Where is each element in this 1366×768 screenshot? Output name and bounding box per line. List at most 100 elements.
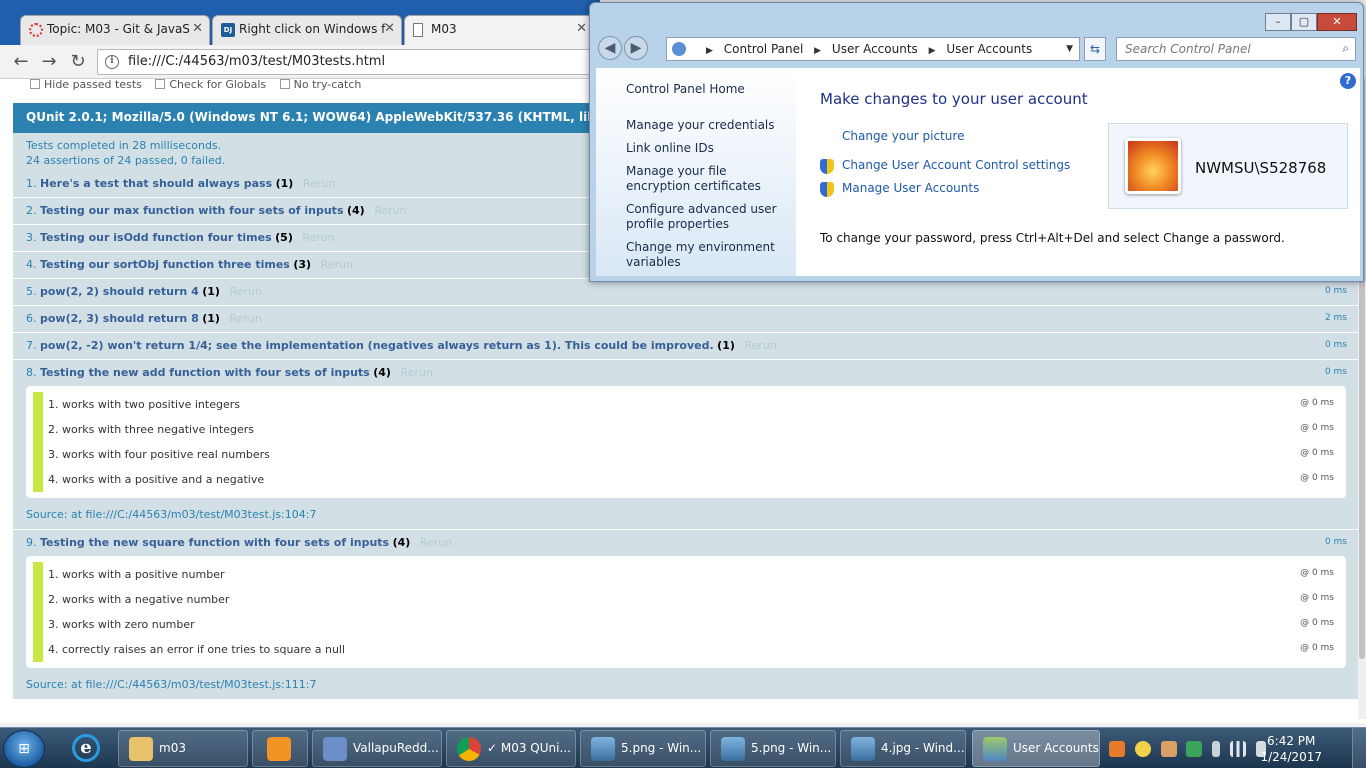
- manage-credentials-link[interactable]: Manage your credentials: [626, 118, 786, 133]
- search-icon[interactable]: ⌕: [1342, 41, 1349, 56]
- browser-tab-2[interactable]: DJ Right click on Windows f ✕: [212, 15, 402, 45]
- assertion-text: 2. works with a negative number: [48, 593, 230, 606]
- change-uac-link[interactable]: Change User Account Control settings: [842, 158, 1070, 172]
- assertion-text: 1. works with two positive integers: [48, 398, 240, 411]
- breadcrumb-item[interactable]: Control Panel: [724, 42, 804, 56]
- taskbar-item-m03[interactable]: m03: [118, 730, 248, 767]
- address-url[interactable]: file:///C:/44563/m03/test/M03tests.html: [128, 54, 385, 69]
- chevron-down-icon[interactable]: ▼: [1066, 38, 1073, 60]
- photo-viewer-icon: [721, 737, 745, 761]
- test-item-expanded[interactable]: 8. Testing the new add function with fou…: [13, 360, 1359, 530]
- assertion-text: 3. works with four positive real numbers: [48, 448, 270, 461]
- test-name[interactable]: Testing the new square function with fou…: [40, 536, 389, 549]
- cp-search-input[interactable]: Search Control Panel ⌕: [1116, 37, 1356, 61]
- assertion-text: 2. works with three negative integers: [48, 423, 254, 436]
- test-name[interactable]: pow(2, -2) won't return 1/4; see the imp…: [40, 339, 714, 352]
- hide-passed-checkbox[interactable]: Hide passed tests: [30, 79, 142, 91]
- control-panel-icon: [672, 42, 686, 56]
- taskbar-item-chrome[interactable]: ✓ M03 QUni...: [446, 730, 576, 767]
- reload-icon[interactable]: ↻: [67, 51, 89, 73]
- taskbar-item-photo-3[interactable]: 4.jpg - Wind...: [840, 730, 966, 767]
- assertion-runtime: @ 0 ms: [1300, 643, 1334, 653]
- app-tray-icon[interactable]: [1160, 741, 1177, 757]
- user-avatar[interactable]: [1125, 138, 1181, 194]
- test-name[interactable]: Here's a test that should always pass: [40, 177, 272, 190]
- browser-tab-3[interactable]: M03 ✕: [404, 15, 594, 45]
- assertion-item: 2. works with a negative number @ 0 ms: [33, 587, 1334, 612]
- test-name[interactable]: pow(2, 2) should return 4: [40, 285, 199, 298]
- test-item-expanded[interactable]: 9. Testing the new square function with …: [13, 530, 1359, 700]
- link-online-ids-link[interactable]: Link online IDs: [626, 141, 786, 156]
- taskbar-item-media[interactable]: [252, 730, 308, 767]
- close-tab-icon[interactable]: ✕: [192, 21, 203, 36]
- control-panel-home-link[interactable]: Control Panel Home: [626, 82, 786, 97]
- rerun-link[interactable]: Rerun: [400, 366, 432, 379]
- manage-user-accounts-link[interactable]: Manage User Accounts: [842, 181, 979, 195]
- test-name[interactable]: pow(2, 3) should return 8: [40, 312, 199, 325]
- page-info-icon[interactable]: i: [105, 55, 119, 69]
- rerun-link[interactable]: Rerun: [321, 258, 353, 271]
- test-index: 1.: [26, 177, 37, 190]
- forward-icon[interactable]: →: [38, 51, 60, 73]
- start-button[interactable]: ⊞: [3, 730, 45, 768]
- rerun-link[interactable]: Rerun: [420, 536, 452, 549]
- shield-tray-icon[interactable]: [1186, 741, 1203, 757]
- assertion-item: 1. works with a positive number @ 0 ms: [33, 562, 1334, 587]
- assertion-runtime: @ 0 ms: [1300, 593, 1334, 603]
- cp-address-bar[interactable]: ▶ Control Panel ▶ User Accounts ▶ User A…: [666, 37, 1080, 61]
- test-item[interactable]: 7. pow(2, -2) won't return 1/4; see the …: [13, 333, 1359, 360]
- no-try-catch-checkbox[interactable]: No try-catch: [279, 79, 361, 91]
- battery-icon[interactable]: [1212, 741, 1221, 757]
- forward-icon[interactable]: ▶: [624, 36, 648, 60]
- signal-icon[interactable]: [1230, 741, 1247, 757]
- tab-title: Right click on Windows f: [239, 22, 386, 36]
- close-tab-icon[interactable]: ✕: [384, 21, 395, 36]
- change-picture-link[interactable]: Change your picture: [842, 129, 964, 143]
- test-index: 4.: [26, 258, 37, 271]
- maximize-button[interactable]: ▢: [1291, 13, 1317, 31]
- rerun-link[interactable]: Rerun: [374, 204, 406, 217]
- breadcrumb-arrow-icon[interactable]: ▶: [929, 46, 936, 56]
- help-icon[interactable]: ?: [1340, 73, 1356, 89]
- show-desktop-button[interactable]: [1352, 728, 1366, 768]
- photo-viewer-icon: [591, 737, 615, 761]
- rerun-link[interactable]: Rerun: [229, 285, 261, 298]
- rerun-link[interactable]: Rerun: [303, 177, 335, 190]
- password-note: To change your password, press Ctrl+Alt+…: [820, 231, 1285, 245]
- taskbar-item-photo-2[interactable]: 5.png - Win...: [710, 730, 836, 767]
- test-item[interactable]: 6. pow(2, 3) should return 8 (1) Rerun 2…: [13, 306, 1359, 333]
- internet-explorer-icon[interactable]: e: [66, 731, 106, 766]
- notification-app-icon[interactable]: [1109, 741, 1125, 757]
- breadcrumb-arrow-icon[interactable]: ▶: [706, 46, 713, 56]
- test-name[interactable]: Testing our max function with four sets …: [40, 204, 344, 217]
- test-item[interactable]: 5. pow(2, 2) should return 4 (1) Rerun 0…: [13, 279, 1359, 306]
- file-encryption-link[interactable]: Manage your file encryption certificates: [626, 164, 786, 194]
- test-name[interactable]: Testing our isOdd function four times: [40, 231, 272, 244]
- rerun-link[interactable]: Rerun: [229, 312, 261, 325]
- breadcrumb-arrow-icon[interactable]: ▶: [814, 46, 821, 56]
- assertion-item: 4. works with a positive and a negative @…: [33, 467, 1334, 492]
- taskbar-item-photo-1[interactable]: 5.png - Win...: [580, 730, 706, 767]
- close-button[interactable]: ✕: [1317, 13, 1357, 31]
- refresh-icon[interactable]: ⇆: [1084, 37, 1106, 61]
- user-tile: NWMSU\S528768: [1108, 123, 1348, 209]
- weather-icon[interactable]: [1134, 741, 1151, 757]
- rerun-link[interactable]: Rerun: [744, 339, 776, 352]
- back-icon[interactable]: ◀: [598, 36, 622, 60]
- address-bar[interactable]: i file:///C:/44563/m03/test/M03tests.htm…: [97, 49, 597, 75]
- check-globals-checkbox[interactable]: Check for Globals: [155, 79, 266, 91]
- minimize-button[interactable]: –: [1265, 13, 1291, 31]
- breadcrumb-item[interactable]: User Accounts: [946, 42, 1032, 56]
- browser-tab-1[interactable]: Topic: M03 - Git & JavaS ✕: [20, 15, 210, 45]
- taskbar-item-virtualbox[interactable]: VallapuRedd...: [312, 730, 442, 767]
- back-icon[interactable]: ←: [10, 51, 32, 73]
- advanced-profile-link[interactable]: Configure advanced user profile properti…: [626, 202, 786, 232]
- rerun-link[interactable]: Rerun: [302, 231, 334, 244]
- environment-variables-link[interactable]: Change my environment variables: [626, 240, 786, 270]
- close-tab-icon[interactable]: ✕: [576, 21, 587, 36]
- test-name[interactable]: Testing the new add function with four s…: [40, 366, 370, 379]
- breadcrumb-item[interactable]: User Accounts: [832, 42, 918, 56]
- clock[interactable]: 6:42 PM 1/24/2017: [1260, 733, 1322, 765]
- test-name[interactable]: Testing our sortObj function three times: [40, 258, 290, 271]
- taskbar-item-user-accounts[interactable]: User Accounts: [972, 730, 1100, 767]
